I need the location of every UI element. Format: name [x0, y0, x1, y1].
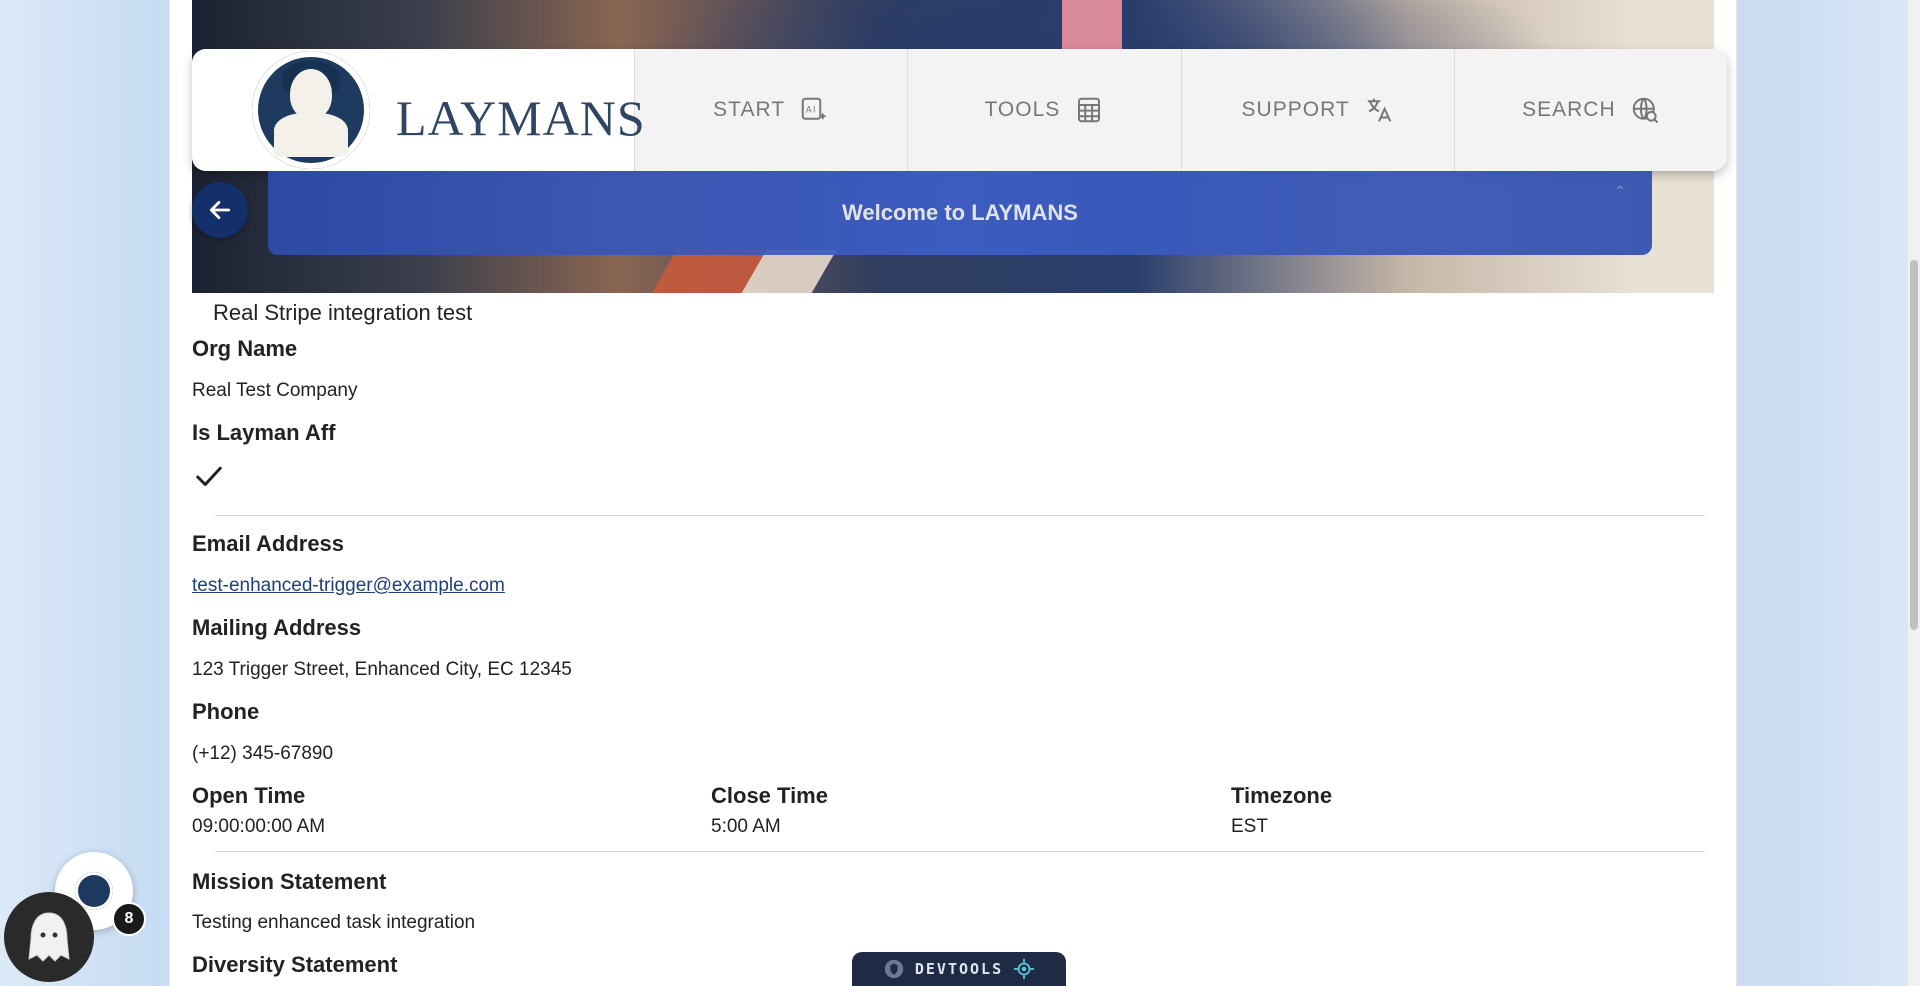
crosshair-icon[interactable] — [1013, 958, 1035, 980]
email-link[interactable]: test-enhanced-trigger@example.com — [192, 575, 505, 597]
open-time-value: 09:00:00:00 AM — [192, 816, 326, 837]
mission-statement-label: Mission Statement — [192, 869, 387, 894]
ghost-assistant-icon — [28, 912, 70, 962]
mission-statement-value: Testing enhanced task integration — [192, 912, 476, 933]
shield-icon — [884, 959, 904, 979]
welcome-title: Welcome to LAYMANS — [842, 200, 1078, 225]
org-name-value: Real Test Company — [192, 380, 358, 401]
nav-search[interactable]: SEARCH — [1455, 49, 1727, 171]
nav-support-label: SUPPORT — [1241, 98, 1350, 121]
calculator-icon — [1078, 97, 1101, 123]
profile-subtitle: Real Stripe integration test — [213, 300, 473, 325]
email-label: Email Address — [192, 531, 345, 556]
welcome-banner: Welcome to LAYMANS ⌃ — [268, 171, 1652, 255]
timezone-value: EST — [1231, 816, 1268, 837]
translate-icon — [1367, 98, 1391, 122]
phone-value: (+12) 345-67890 — [192, 743, 334, 764]
checkmark-icon — [196, 466, 222, 486]
top-navbar: LAYMANS START AI TOOLS SUPPORT SEARCH — [192, 49, 1727, 171]
diversity-statement-label: Diversity Statement — [192, 952, 398, 977]
org-name-label: Org Name — [192, 336, 298, 361]
nav-tools-label: TOOLS — [984, 98, 1061, 121]
section-divider — [215, 851, 1705, 852]
nav-search-label: SEARCH — [1522, 98, 1616, 121]
assistant-button[interactable] — [4, 892, 94, 982]
nav-tools[interactable]: TOOLS — [908, 49, 1182, 171]
brand-logo[interactable]: LAYMANS — [192, 49, 645, 171]
devtools-toggle[interactable]: DEVTOOLS — [852, 952, 1066, 986]
notification-badge: 8 — [112, 902, 146, 936]
back-button[interactable] — [192, 182, 248, 238]
chevron-up-icon[interactable]: ⌃ — [1614, 183, 1626, 200]
page-scrollbar[interactable] — [1908, 0, 1920, 986]
close-time-label: Close Time — [711, 783, 828, 808]
search-globe-icon — [1632, 97, 1658, 124]
timezone-label: Timezone — [1231, 783, 1333, 808]
justice-emblem-icon — [252, 51, 370, 169]
phone-label: Phone — [192, 699, 260, 724]
section-divider — [215, 515, 1705, 516]
scrollbar-thumb[interactable] — [1910, 260, 1918, 630]
mailing-address-value: 123 Trigger Street, Enhanced City, EC 12… — [192, 659, 572, 680]
open-time-label: Open Time — [192, 783, 306, 808]
nav-start-label: START — [713, 98, 786, 121]
devtools-label: DEVTOOLS — [914, 960, 1004, 978]
nav-start[interactable]: START AI — [635, 49, 909, 171]
brand-name: LAYMANS — [396, 90, 646, 146]
arrow-left-icon — [209, 201, 231, 219]
close-time-value: 5:00 AM — [711, 816, 781, 837]
svg-text:AI: AI — [806, 105, 817, 115]
is-layman-aff-label: Is Layman Aff — [192, 420, 336, 445]
mailing-address-label: Mailing Address — [192, 615, 362, 640]
nav-support[interactable]: SUPPORT — [1182, 49, 1455, 171]
ai-sparkle-icon: AI — [801, 97, 827, 120]
